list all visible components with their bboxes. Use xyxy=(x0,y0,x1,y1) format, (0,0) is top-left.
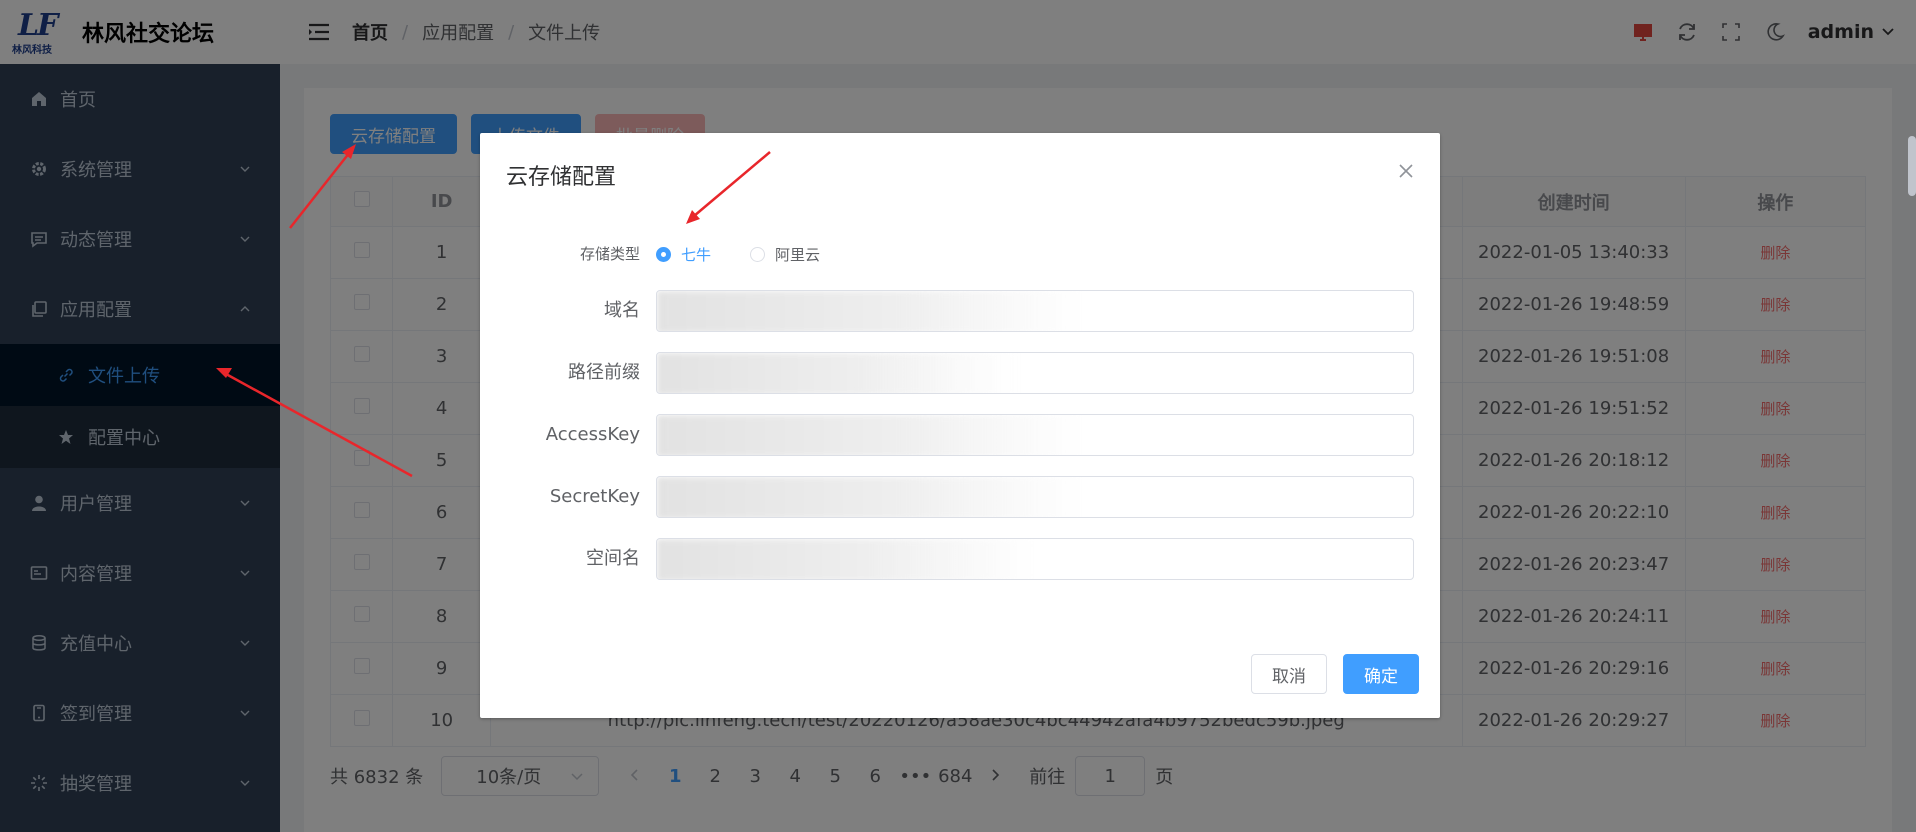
scrollbar[interactable] xyxy=(1908,136,1916,196)
access-key-label: AccessKey xyxy=(545,424,640,445)
redacted-value xyxy=(657,477,1085,517)
storage-type-label: 存储类型 xyxy=(579,245,640,263)
domain-label: 域名 xyxy=(604,300,640,321)
radio-dot xyxy=(750,246,765,262)
redacted-value xyxy=(657,539,1037,579)
radio-label: 阿里云 xyxy=(775,245,821,264)
redacted-value xyxy=(657,291,1085,331)
access-key-input[interactable] xyxy=(656,414,1414,456)
radio-qiniu[interactable]: 七牛 xyxy=(656,233,711,275)
access-key-row: AccessKey xyxy=(480,414,1440,456)
secret-key-input[interactable] xyxy=(656,476,1414,518)
cloud-storage-dialog: 云存储配置 存储类型 七牛 阿里云 域名 路径前缀 AccessKey Secr… xyxy=(480,133,1440,718)
confirm-button[interactable]: 确定 xyxy=(1343,654,1419,694)
storage-type-row: 存储类型 七牛 阿里云 xyxy=(480,233,1440,275)
path-prefix-input[interactable] xyxy=(656,352,1414,394)
radio-dot xyxy=(656,246,671,262)
dialog-title: 云存储配置 xyxy=(506,165,617,190)
close-icon[interactable] xyxy=(1396,161,1416,181)
bucket-name-row: 空间名 xyxy=(480,538,1440,580)
path-prefix-row: 路径前缀 xyxy=(480,352,1440,394)
cancel-button[interactable]: 取消 xyxy=(1251,654,1327,694)
path-prefix-label: 路径前缀 xyxy=(568,362,640,383)
domain-input[interactable] xyxy=(656,290,1414,332)
redacted-value xyxy=(657,415,1085,455)
radio-aliyun[interactable]: 阿里云 xyxy=(750,233,820,275)
bucket-name-label: 空间名 xyxy=(586,548,640,569)
secret-key-label: SecretKey xyxy=(549,486,640,507)
redacted-value xyxy=(657,353,1017,393)
domain-row: 域名 xyxy=(480,290,1440,332)
bucket-name-input[interactable] xyxy=(656,538,1414,580)
secret-key-row: SecretKey xyxy=(480,476,1440,518)
radio-label: 七牛 xyxy=(681,245,712,264)
